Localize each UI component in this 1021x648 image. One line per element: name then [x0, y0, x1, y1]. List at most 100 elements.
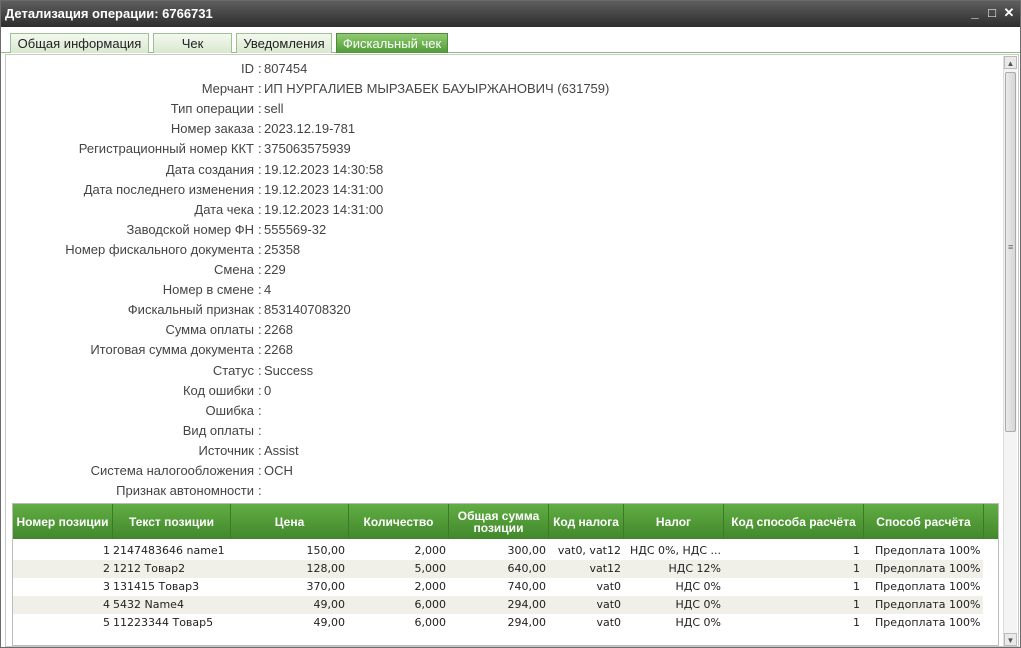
field-row: Дата последнего изменения:19.12.2023 14:… [6, 181, 906, 199]
field-separator: : [258, 221, 262, 237]
cell-total-sum: 294,00 [507, 616, 547, 629]
scrollbar-thumb[interactable]: ≡ [1005, 72, 1016, 432]
field-value: 0 [264, 382, 272, 398]
field-separator: : [258, 463, 262, 478]
column-header-total-sum[interactable]: Общая сумма позиции [449, 504, 549, 539]
cell-tax-code: vat0 [596, 616, 621, 629]
cell-price: 370,00 [306, 580, 346, 593]
field-label: Тип операции [170, 101, 254, 117]
field-label: Номер заказа [170, 121, 254, 137]
field-label: Статус [212, 362, 254, 378]
cell-position-text: 2147483646 name1 [113, 544, 225, 557]
field-separator: : [258, 201, 262, 217]
close-icon[interactable]: ✕ [1002, 5, 1016, 21]
cell-position-text: 5432 Name4 [113, 598, 184, 611]
cell-position-number: 4 [103, 598, 110, 611]
column-header-position-text[interactable]: Текст позиции [113, 504, 231, 539]
cell-position-number: 5 [103, 616, 110, 629]
field-value: 2268 [264, 322, 293, 338]
cell-total-sum: 640,00 [507, 562, 547, 575]
field-separator: : [258, 81, 262, 97]
field-label: Номер фискального документа [65, 241, 254, 257]
table-row[interactable]: 2 1212 Товар2 128,00 5,000 640,00 vat12 НДС 12… [13, 560, 983, 578]
field-value: 19.12.2023 14:31:00 [264, 181, 384, 197]
tab-fiscal-receipt[interactable]: Фискальный чек [336, 33, 448, 53]
field-value: 2268 [264, 342, 293, 358]
field-separator: : [258, 262, 262, 277]
scroll-up-icon[interactable]: ▲ [1004, 56, 1017, 69]
field-label: Система налогообложения [90, 463, 254, 478]
tab-notifications[interactable]: Уведомления [236, 33, 332, 53]
field-value: 555569-32 [264, 221, 327, 237]
field-row: Дата создания:19.12.2023 14:30:58 [6, 161, 906, 179]
field-label: Дата создания [165, 161, 254, 177]
field-separator: : [258, 483, 262, 499]
field-separator: : [258, 121, 262, 137]
field-label: Ошибка [205, 402, 254, 418]
field-value: 25358 [264, 241, 301, 257]
cell-position-number: 3 [103, 580, 110, 593]
cell-position-text: 11223344 Товар5 [113, 616, 214, 629]
field-row: Тип операции: sell [6, 100, 906, 118]
column-header-price[interactable]: Цена [231, 504, 349, 539]
field-label: Номер в смене [162, 282, 254, 298]
window-controls: _ □ ✕ [968, 5, 1016, 21]
cell-payment-method-code: 1 [853, 616, 860, 629]
cell-position-text: 1212 Товар2 [113, 562, 186, 575]
field-separator: : [258, 282, 262, 298]
field-value: ИП НУРГАЛИЕВ МЫРЗАБЕК БАУЫРЖАНОВИЧ (6317… [264, 81, 610, 97]
table-row[interactable]: 3 131415 Товар3 370,00 2,000 740,00 vat0 НДС 0… [13, 578, 983, 596]
tab-receipt[interactable]: Чек [153, 33, 232, 53]
cell-total-sum: 300,00 [507, 544, 547, 557]
field-row: Вид оплаты: [6, 422, 906, 440]
minimize-icon[interactable]: _ [968, 5, 982, 21]
field-row: ID:807454 [6, 60, 906, 78]
cell-payment-method-code: 1 [853, 580, 860, 593]
column-header-payment-method-code[interactable]: Код способа расчёта [724, 504, 864, 539]
field-row: Источник: Assist [6, 442, 906, 460]
field-label: Мерчант [201, 81, 254, 97]
table-header: Номер позиции Текст позиции Цена Количес… [13, 504, 998, 539]
cell-tax: НДС 12% [668, 562, 722, 575]
field-row: Номер фискального документа:25358 [6, 241, 906, 259]
field-label: Регистрационный номер ККТ [78, 141, 254, 157]
field-separator: : [258, 302, 262, 318]
tab-general-info[interactable]: Общая информация [10, 33, 149, 53]
column-header-position-number[interactable]: Номер позиции [13, 504, 113, 539]
scroll-down-icon[interactable]: ▼ [1004, 633, 1017, 646]
field-row: Признак автономности: [6, 482, 906, 500]
field-row: Статус: Success [6, 362, 906, 380]
field-value: Success [264, 362, 314, 378]
fiscal-receipt-panel: ID:807454 Мерчант: ИП НУРГАЛИЕВ МЫРЗАБЕК Б… [5, 54, 1019, 647]
field-value: Assist [264, 442, 299, 458]
field-value: 19.12.2023 14:30:58 [264, 161, 384, 177]
column-header-quantity[interactable]: Количество [349, 504, 449, 539]
table-row[interactable]: 4 5432 Name4 49,00 6,000 294,00 vat0 НДС 0% 1 Пр… [13, 596, 983, 614]
title-bar[interactable]: Детализация операции: 6766731 _ □ ✕ [1, 1, 1020, 27]
field-label: ID [241, 61, 254, 76]
field-row: Дата чека:19.12.2023 14:31:00 [6, 201, 906, 219]
field-row: Номер заказа:2023.12.19-781 [6, 120, 906, 138]
field-separator: : [258, 161, 262, 177]
vertical-scrollbar[interactable]: ▲ ≡ ▼ [1003, 56, 1017, 646]
field-value: ОСН [264, 463, 293, 478]
table-row[interactable]: 1 2147483646 name1 150,00 2,000 300,00 vat0, … [13, 542, 983, 560]
field-label: Сумма оплаты [165, 322, 254, 338]
column-header-tax[interactable]: Налог [624, 504, 724, 539]
column-header-payment-method[interactable]: Способ расчёта [864, 504, 984, 539]
cell-payment-method-code: 1 [853, 544, 860, 557]
field-value: 2023.12.19-781 [264, 121, 356, 137]
cell-price: 49,00 [313, 598, 346, 611]
field-row: Фискальный признак:853140708320 [6, 301, 906, 319]
cell-price: 128,00 [306, 562, 346, 575]
field-separator: : [258, 442, 262, 458]
field-row: Заводской номер ФН:555569-32 [6, 221, 906, 239]
field-separator: : [258, 362, 262, 378]
field-separator: : [258, 382, 262, 398]
table-row[interactable]: 5 11223344 Товар5 49,00 6,000 294,00 vat0 НДС … [13, 614, 983, 632]
field-row: Ошибка: [6, 402, 906, 420]
column-header-tax-code[interactable]: Код налога [549, 504, 624, 539]
field-row: Номер в смене:4 [6, 281, 906, 299]
cell-payment-method-code: 1 [853, 562, 860, 575]
maximize-icon[interactable]: □ [985, 5, 999, 21]
